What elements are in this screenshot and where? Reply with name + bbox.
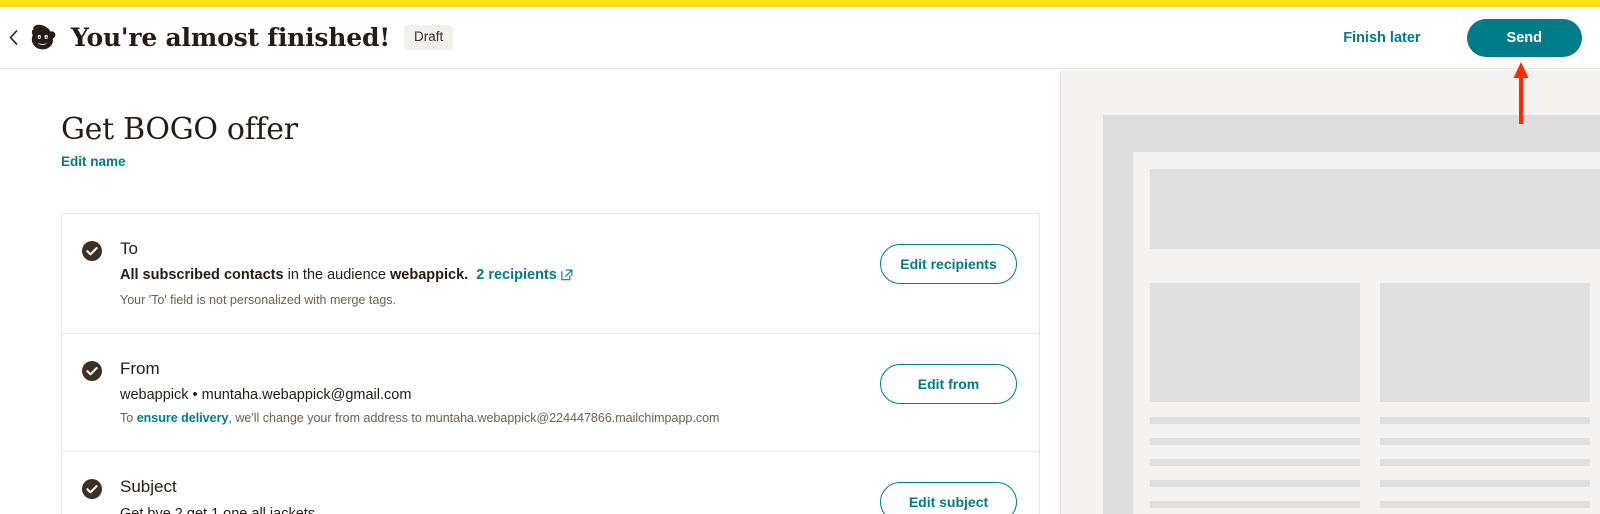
skeleton-line: [1150, 438, 1360, 445]
section-action-from: Edit from: [880, 358, 1017, 405]
section-detail-to: All subscribed contacts in the audience …: [120, 265, 880, 288]
audience-name: webappick.: [390, 267, 469, 284]
section-detail-subject: Get bye 2 get 1 one all jackets: [120, 505, 316, 514]
page-header: You're almost finished! Draft Finish lat…: [0, 7, 1600, 69]
skeleton-text-lines-left: [1150, 417, 1360, 514]
section-body-subject: Subject Get bye 2 get 1 one all jackets …: [102, 476, 880, 514]
check-circle-icon: [82, 479, 102, 500]
section-row-to: To All subscribed contacts in the audien…: [62, 214, 1039, 335]
section-note-to: Your 'To' field is not personalized with…: [120, 293, 396, 308]
back-button[interactable]: [0, 30, 26, 45]
delivery-note-suffix: , we'll change your from address to munt…: [228, 411, 720, 426]
edit-subject-button[interactable]: Edit subject: [880, 482, 1017, 514]
skeleton-image-block-left: [1150, 283, 1360, 402]
status-badge: Draft: [404, 25, 454, 50]
brand-accent-bar: [0, 0, 1600, 7]
skeleton-image-block-right: [1380, 283, 1590, 402]
recipients-link[interactable]: 2 recipients: [476, 267, 573, 283]
skeleton-line: [1380, 480, 1590, 487]
skeleton-line: [1380, 459, 1590, 466]
external-link-icon: [561, 267, 573, 288]
ensure-delivery-link[interactable]: ensure delivery: [137, 411, 229, 425]
preview-sheet: [1133, 152, 1600, 514]
skeleton-line: [1380, 438, 1590, 445]
campaign-checklist-page: You're almost finished! Draft Finish lat…: [0, 0, 1600, 514]
campaign-settings-card: To All subscribed contacts in the audien…: [61, 213, 1040, 514]
skeleton-line: [1150, 459, 1360, 466]
section-body-from: From webappick • muntaha.webappick@gmail…: [102, 358, 880, 427]
send-button[interactable]: Send: [1466, 18, 1582, 57]
skeleton-line: [1380, 501, 1590, 508]
preview-outer-frame: [1103, 115, 1600, 514]
edit-from-button[interactable]: Edit from: [880, 364, 1017, 405]
skeleton-line: [1380, 417, 1590, 424]
skeleton-line: [1150, 417, 1360, 424]
section-action-subject: Edit subject: [880, 476, 1017, 514]
mailchimp-freddie-logo: [26, 21, 60, 55]
section-title-from: From: [120, 359, 160, 379]
header-actions: Finish later Send: [1343, 18, 1600, 57]
skeleton-hero-block: [1150, 169, 1600, 249]
skeleton-text-lines-right: [1380, 417, 1590, 514]
delivery-note-prefix: To: [120, 411, 137, 426]
check-circle-icon: [82, 361, 102, 382]
section-action-to: Edit recipients: [880, 238, 1017, 284]
recipients-count-label: 2 recipients: [476, 267, 557, 284]
finish-later-link[interactable]: Finish later: [1343, 30, 1420, 46]
section-note-from: To ensure delivery, we'll change your fr…: [120, 409, 880, 427]
section-title-to: To: [120, 239, 138, 258]
email-preview-pane[interactable]: [1060, 70, 1600, 514]
section-title-subject: Subject: [120, 477, 177, 497]
skeleton-line: [1150, 501, 1360, 508]
edit-recipients-button[interactable]: Edit recipients: [880, 244, 1017, 284]
section-row-subject: Subject Get bye 2 get 1 one all jackets …: [62, 452, 1039, 514]
main-content: Get BOGO offer Edit name To All subscrib…: [0, 70, 1600, 514]
section-detail-from: webappick • muntaha.webappick@gmail.com: [120, 387, 412, 404]
section-body-to: To All subscribed contacts in the audien…: [102, 238, 880, 309]
edit-name-link[interactable]: Edit name: [61, 154, 126, 169]
campaign-name: Get BOGO offer: [61, 112, 298, 147]
page-title: You're almost finished!: [71, 23, 391, 52]
audience-scope: All subscribed contacts: [120, 267, 284, 284]
section-row-from: From webappick • muntaha.webappick@gmail…: [62, 334, 1039, 453]
skeleton-line: [1150, 480, 1360, 487]
audience-connector: in the audience: [283, 267, 390, 284]
check-circle-icon: [82, 241, 102, 261]
checklist-pane: Get BOGO offer Edit name To All subscrib…: [0, 70, 1060, 514]
